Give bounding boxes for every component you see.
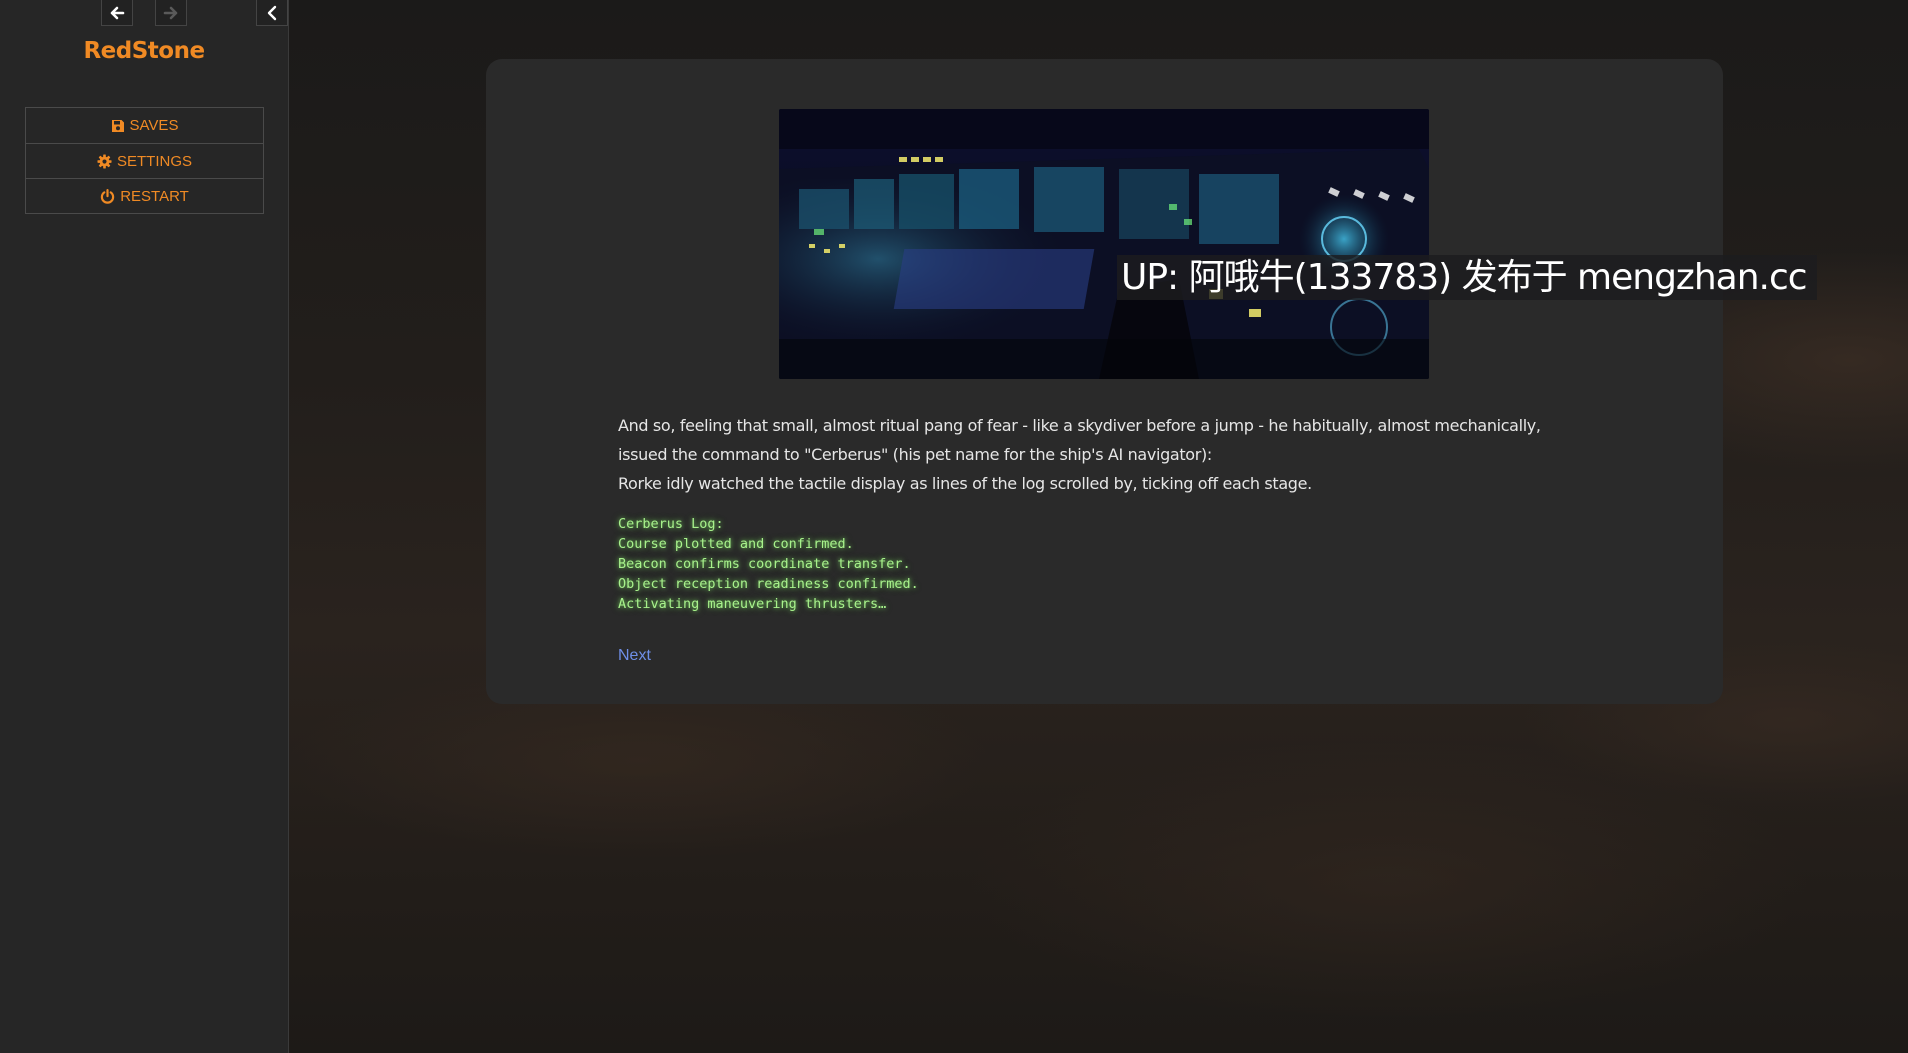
floppy-disk-icon — [111, 119, 124, 132]
log-line: Cerberus Log: — [618, 516, 724, 532]
arrow-left-icon — [110, 6, 125, 19]
passage-paragraph: And so, feeling that small, almost ritua… — [618, 416, 1541, 464]
sidebar-menu: SAVES SETTINGS RESTART — [25, 107, 264, 214]
history-back-button[interactable] — [101, 0, 133, 26]
log-line: Beacon confirms coordinate transfer. — [618, 556, 911, 572]
arrow-right-icon — [163, 6, 178, 19]
log-line: Activating maneuvering thrusters… — [618, 596, 887, 612]
history-forward-button[interactable] — [155, 0, 187, 26]
watermark-overlay: UP: 阿哦牛(133783) 发布于 mengzhan.cc — [1117, 255, 1817, 300]
settings-button[interactable]: SETTINGS — [26, 143, 263, 178]
restart-button[interactable]: RESTART — [26, 178, 263, 213]
passage-text: And so, feeling that small, almost ritua… — [618, 411, 1578, 498]
sidebar: RedStone SAVES SETTINGS RESTART — [0, 0, 289, 1053]
passage-panel: And so, feeling that small, almost ritua… — [486, 59, 1723, 704]
next-link[interactable]: Next — [618, 647, 651, 665]
chevron-left-icon — [267, 5, 277, 20]
saves-label: SAVES — [129, 117, 179, 134]
cerberus-log: Cerberus Log: Course plotted and confirme… — [618, 514, 919, 614]
sidebar-collapse-button[interactable] — [256, 0, 288, 26]
story-title: RedStone — [83, 38, 205, 64]
log-line: Course plotted and confirmed. — [618, 536, 854, 552]
log-line: Object reception readiness confirmed. — [618, 576, 919, 592]
saves-button[interactable]: SAVES — [26, 108, 263, 143]
power-icon — [100, 188, 115, 204]
restart-label: RESTART — [120, 187, 189, 205]
cockpit-console-image — [779, 109, 1429, 379]
gear-icon — [97, 153, 112, 169]
passage-paragraph: Rorke idly watched the tactile display a… — [618, 474, 1312, 493]
settings-label: SETTINGS — [116, 152, 192, 170]
